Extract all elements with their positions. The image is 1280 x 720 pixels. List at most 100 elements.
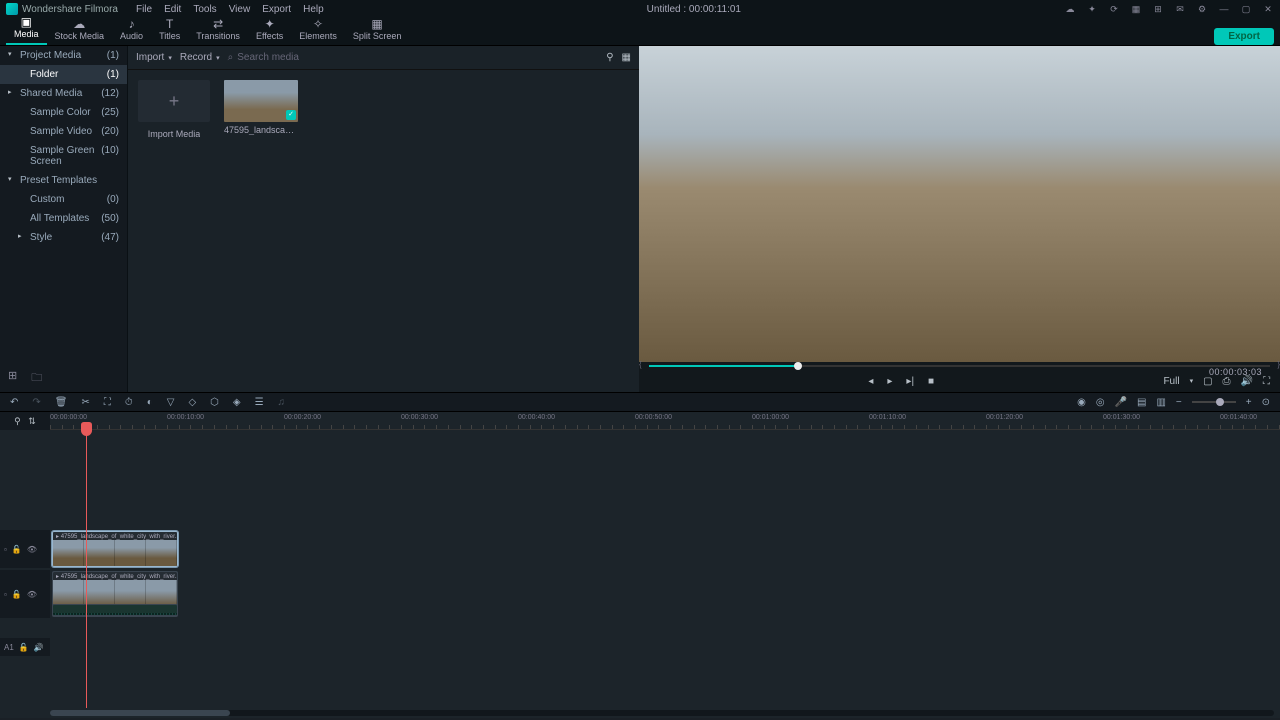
grid-view-icon[interactable]: ▦	[622, 52, 631, 63]
sidebar-item-project-media[interactable]: Project Media(1)	[0, 46, 127, 65]
mute-icon[interactable]: 🔊	[34, 643, 44, 652]
sidebar-item-preset-templates[interactable]: Preset Templates	[0, 171, 127, 190]
menu-help[interactable]: Help	[303, 4, 324, 15]
new-bin-icon[interactable]: ⊞	[8, 369, 17, 388]
preview-scrubber[interactable]: { }	[649, 362, 1270, 370]
maximize-icon[interactable]: ▢	[1240, 3, 1252, 15]
snapshot-icon[interactable]: ⎙	[1223, 376, 1231, 387]
tab-effects[interactable]: ✦Effects	[248, 15, 291, 45]
color-icon[interactable]: ◐	[147, 397, 153, 408]
menu-file[interactable]: File	[136, 4, 152, 15]
media-clip[interactable]: ✓ 47595_landscape_of_...	[224, 80, 298, 135]
stop-icon[interactable]: ■	[928, 376, 934, 387]
folder-icon[interactable]: 🗀	[31, 369, 42, 388]
store-icon[interactable]: ⊞	[1152, 3, 1164, 15]
tab-audio[interactable]: ♪Audio	[112, 15, 151, 45]
menu-tools[interactable]: Tools	[193, 4, 216, 15]
preview-video[interactable]	[639, 46, 1280, 362]
lock-icon[interactable]: 🔓	[12, 590, 22, 599]
zoom-fit-icon[interactable]: ⊙	[1262, 397, 1270, 408]
export-button[interactable]: Export	[1214, 28, 1274, 45]
mail-icon[interactable]: ✉	[1174, 3, 1186, 15]
playhead[interactable]	[86, 426, 87, 708]
sparkle-icon[interactable]: ✦	[1086, 3, 1098, 15]
main-tabs: ▣Media ☁Stock Media ♪Audio TTitles ⇄Tran…	[0, 18, 1280, 46]
play-icon[interactable]: ▸	[887, 376, 892, 387]
grid-icon[interactable]: ▦	[1130, 3, 1142, 15]
quality-label[interactable]: Full	[1163, 376, 1179, 387]
mixer-icon[interactable]: ◎	[1096, 397, 1105, 408]
timecode: 00:00:03:03	[1209, 367, 1262, 377]
keyframe-icon[interactable]: ◇	[188, 397, 196, 408]
tab-titles[interactable]: TTitles	[151, 15, 188, 45]
render-icon[interactable]: ▤	[1137, 397, 1146, 408]
display-icon[interactable]: ▢	[1203, 376, 1212, 387]
audio-icon[interactable]: ♫	[278, 397, 286, 408]
sidebar-item-folder[interactable]: Folder(1)	[0, 65, 127, 84]
import-dropdown[interactable]: Import▾	[136, 52, 172, 63]
search-input[interactable]: ⌕Search media	[228, 52, 599, 63]
zoom-in-icon[interactable]: +	[1246, 397, 1252, 408]
tab-elements[interactable]: ✧Elements	[291, 15, 345, 45]
tab-media[interactable]: ▣Media	[6, 13, 47, 45]
sidebar-item-custom[interactable]: Custom(0)	[0, 190, 127, 209]
tab-transitions[interactable]: ⇄Transitions	[188, 15, 248, 45]
delete-icon[interactable]: 🗑	[55, 397, 68, 408]
filter-icon[interactable]: ⚲	[606, 52, 613, 63]
tab-split-screen[interactable]: ▦Split Screen	[345, 15, 410, 45]
voiceover-icon[interactable]: 🎤	[1115, 397, 1127, 408]
track-head-video2[interactable]: ▫🔓👁	[0, 530, 50, 568]
mark-in-icon[interactable]: {	[639, 360, 642, 369]
menu-view[interactable]: View	[229, 4, 251, 15]
record-icon[interactable]: ◉	[1077, 397, 1086, 408]
mask-icon[interactable]: ⬡	[210, 397, 219, 408]
redo-icon[interactable]: ↷	[32, 397, 40, 408]
eye-icon[interactable]: 👁	[27, 590, 37, 599]
undo-icon[interactable]: ↶	[10, 397, 18, 408]
cloud-icon[interactable]: ☁	[1064, 3, 1076, 15]
media-sidebar: ▾Project Media(1) Folder(1) ▸Shared Medi…	[0, 46, 128, 392]
zoom-out-icon[interactable]: −	[1176, 397, 1182, 408]
timeline-scrollbar[interactable]	[50, 710, 1274, 716]
green-screen-icon[interactable]: ▽	[167, 397, 175, 408]
sidebar-item-shared-media[interactable]: Shared Media(12)	[0, 84, 127, 103]
sidebar-item-sample-video[interactable]: Sample Video(20)	[0, 122, 127, 141]
chevron-down-icon: ▾	[1190, 377, 1194, 385]
sidebar-item-sample-green-screen[interactable]: Sample Green Screen(10)	[0, 141, 127, 171]
sidebar-item-sample-color[interactable]: Sample Color(25)	[0, 103, 127, 122]
import-media-button[interactable]: +	[138, 80, 210, 122]
settings-icon[interactable]: ⚙	[1196, 3, 1208, 15]
record-dropdown[interactable]: Record▾	[180, 52, 220, 63]
timeline-clip-audio[interactable]	[52, 604, 178, 616]
timeline-options[interactable]: ⚲ ⇅	[0, 412, 50, 430]
eye-icon[interactable]: 👁	[27, 545, 37, 554]
track-head-audio[interactable]: A1🔓🔊	[0, 638, 50, 656]
volume-icon[interactable]: 🔊	[1241, 376, 1253, 387]
track-head-video1[interactable]: ▫🔓👁	[0, 570, 50, 618]
more-icon[interactable]: ☰	[255, 397, 264, 408]
menu-edit[interactable]: Edit	[164, 4, 181, 15]
effects-icon: ✦	[265, 18, 275, 30]
timeline: ⚲ ⇅ 00:00:00:0000:00:10:0000:00:20:0000:…	[0, 412, 1280, 718]
split-icon[interactable]: ✂	[81, 397, 89, 408]
refresh-icon[interactable]: ⟳	[1108, 3, 1120, 15]
tab-stock-media[interactable]: ☁Stock Media	[47, 15, 113, 45]
timeline-clip-overlay[interactable]: ▸ 47595_landscape_of_white_city_with_riv…	[52, 531, 178, 567]
close-icon[interactable]: ✕	[1262, 3, 1274, 15]
lock-icon[interactable]: 🔓	[19, 643, 29, 652]
speed-icon[interactable]: ⏱	[125, 397, 133, 408]
next-frame-icon[interactable]: ▸|	[906, 376, 914, 387]
menubar: File Edit Tools View Export Help	[136, 4, 324, 15]
minimize-icon[interactable]: —	[1218, 3, 1230, 15]
timeline-ruler[interactable]: 00:00:00:0000:00:10:0000:00:20:0000:00:3…	[50, 412, 1280, 430]
sidebar-item-all-templates[interactable]: All Templates(50)	[0, 209, 127, 228]
lock-icon[interactable]: 🔓	[12, 545, 22, 554]
marker-icon[interactable]: ◈	[233, 397, 241, 408]
crop-icon[interactable]: ⛶	[104, 397, 111, 408]
prev-frame-icon[interactable]: ◂	[868, 376, 873, 387]
zoom-slider[interactable]	[1192, 401, 1236, 403]
menu-export[interactable]: Export	[262, 4, 291, 15]
fullscreen-icon[interactable]: ⛶	[1263, 376, 1270, 387]
titles-icon: T	[166, 18, 173, 30]
track-icon[interactable]: ▥	[1156, 397, 1165, 408]
